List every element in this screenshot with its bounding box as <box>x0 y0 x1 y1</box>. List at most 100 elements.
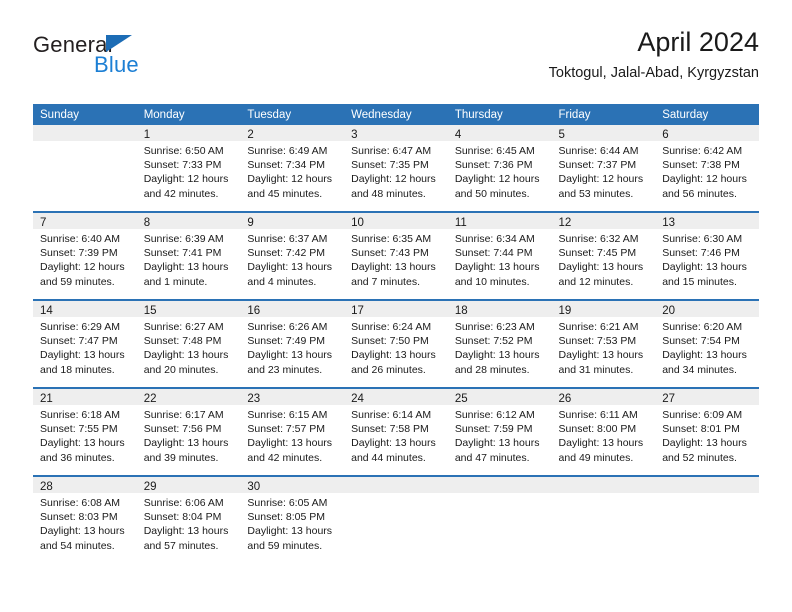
weekday-header-monday: Monday <box>136 104 241 125</box>
calendar-day-cell[interactable]: 22 Sunrise: 6:17 AM Sunset: 7:56 PM Dayligh… <box>136 387 241 476</box>
daylight-text-line2: and 56 minutes. <box>662 187 737 200</box>
calendar-day-cell[interactable]: 17 Sunrise: 6:24 AM Sunset: 7:50 PM Dayligh… <box>344 299 448 388</box>
day-number <box>344 477 448 493</box>
day-number: 26 <box>551 389 656 405</box>
daylight-text-line1: Daylight: 13 hours <box>662 437 747 450</box>
daylight-text-line2: and 12 minutes. <box>558 275 634 288</box>
sunset-text: Sunset: 7:45 PM <box>558 247 637 260</box>
sunrise-text: Sunrise: 6:11 AM <box>558 409 638 421</box>
calendar-day-cell[interactable]: 24 Sunrise: 6:14 AM Sunset: 7:58 PM Dayligh… <box>344 387 448 476</box>
day-details: Sunrise: 6:29 AM Sunset: 7:47 PM Daylight:… <box>33 317 137 377</box>
calendar-day-cell[interactable]: 12 Sunrise: 6:32 AM Sunset: 7:45 PM Dayligh… <box>551 211 656 300</box>
page-title: April 2024 <box>637 27 759 57</box>
sunset-text: Sunset: 7:56 PM <box>143 423 222 436</box>
calendar-day-cell[interactable]: 26 Sunrise: 6:11 AM Sunset: 8:00 PM Dayligh… <box>551 387 656 476</box>
day-number: 24 <box>344 389 448 405</box>
day-details: Sunrise: 6:30 AM Sunset: 7:46 PM Daylight:… <box>655 229 759 289</box>
calendar-day-cell[interactable]: 25 Sunrise: 6:12 AM Sunset: 7:59 PM Dayligh… <box>447 387 552 476</box>
calendar-day-cell-empty <box>551 475 656 563</box>
sunrise-text: Sunrise: 6:45 AM <box>454 145 535 157</box>
sunset-text: Sunset: 7:48 PM <box>143 335 222 348</box>
logo-text-blue: Blue <box>94 52 139 77</box>
daylight-text-line1: Daylight: 13 hours <box>143 261 229 274</box>
sunset-text: Sunset: 8:03 PM <box>40 511 118 524</box>
day-number: 2 <box>240 125 345 141</box>
day-details: Sunrise: 6:12 AM Sunset: 7:59 PM Daylight:… <box>448 405 552 465</box>
day-number <box>447 477 552 493</box>
day-number: 12 <box>551 213 656 229</box>
calendar-day-cell[interactable]: 21 Sunrise: 6:18 AM Sunset: 7:55 PM Dayligh… <box>33 387 137 476</box>
sunrise-text: Sunrise: 6:34 AM <box>454 233 535 245</box>
day-number: 29 <box>136 477 241 493</box>
sunset-text: Sunset: 7:52 PM <box>454 335 533 348</box>
sunrise-text: Sunrise: 6:05 AM <box>247 497 328 509</box>
daylight-text-line1: Daylight: 13 hours <box>662 261 747 274</box>
calendar-day-cell[interactable]: 13 Sunrise: 6:30 AM Sunset: 7:46 PM Dayligh… <box>655 211 759 300</box>
daylight-text-line1: Daylight: 12 hours <box>247 173 333 186</box>
calendar-day-cell[interactable]: 6 Sunrise: 6:42 AM Sunset: 7:38 PM Daylight… <box>655 125 759 212</box>
calendar-day-cell[interactable]: 5 Sunrise: 6:44 AM Sunset: 7:37 PM Daylight… <box>551 125 656 212</box>
calendar-day-cell[interactable]: 4 Sunrise: 6:45 AM Sunset: 7:36 PM Daylight… <box>447 125 552 212</box>
daylight-text-line2: and 39 minutes. <box>143 451 219 464</box>
calendar-day-cell[interactable]: 9 Sunrise: 6:37 AM Sunset: 7:42 PM Daylight… <box>240 211 345 300</box>
calendar-day-cell[interactable]: 29 Sunrise: 6:06 AM Sunset: 8:04 PM Dayligh… <box>136 475 241 563</box>
calendar-day-cell[interactable]: 27 Sunrise: 6:09 AM Sunset: 8:01 PM Dayligh… <box>655 387 759 476</box>
calendar-day-cell[interactable]: 3 Sunrise: 6:47 AM Sunset: 7:35 PM Daylight… <box>344 125 448 212</box>
daylight-text-line2: and 42 minutes. <box>247 451 323 464</box>
calendar-day-cell-empty <box>447 475 552 563</box>
calendar-day-cell[interactable]: 11 Sunrise: 6:34 AM Sunset: 7:44 PM Dayligh… <box>447 211 552 300</box>
calendar-day-cell[interactable]: 15 Sunrise: 6:27 AM Sunset: 7:48 PM Dayligh… <box>136 299 241 388</box>
calendar-day-cell[interactable]: 19 Sunrise: 6:21 AM Sunset: 7:53 PM Dayligh… <box>551 299 656 388</box>
calendar-week-row: 14 Sunrise: 6:29 AM Sunset: 7:47 PM Dayligh… <box>33 299 759 388</box>
daylight-text-line1: Daylight: 12 hours <box>454 173 540 186</box>
calendar-day-cell[interactable]: 1 Sunrise: 6:50 AM Sunset: 7:33 PM Daylight… <box>136 125 241 212</box>
day-number: 17 <box>344 301 448 317</box>
sunrise-text: Sunrise: 6:24 AM <box>351 321 432 333</box>
sunset-text: Sunset: 7:35 PM <box>351 159 429 172</box>
page-header: General Blue April 2024 Toktogul, Jalal-… <box>33 26 759 98</box>
daylight-text-line2: and 45 minutes. <box>247 187 323 200</box>
sunrise-text: Sunrise: 6:27 AM <box>143 321 224 333</box>
day-details: Sunrise: 6:08 AM Sunset: 8:03 PM Daylight:… <box>33 493 137 553</box>
calendar-day-cell[interactable]: 8 Sunrise: 6:39 AM Sunset: 7:41 PM Daylight… <box>136 211 241 300</box>
day-details: Sunrise: 6:18 AM Sunset: 7:55 PM Daylight:… <box>33 405 137 465</box>
calendar-grid: Sunday Monday Tuesday Wednesday Thursday… <box>33 104 759 563</box>
day-details: Sunrise: 6:11 AM Sunset: 8:00 PM Daylight:… <box>552 405 656 465</box>
daylight-text-line1: Daylight: 13 hours <box>247 525 333 538</box>
calendar-day-cell[interactable]: 10 Sunrise: 6:35 AM Sunset: 7:43 PM Dayligh… <box>344 211 448 300</box>
calendar-day-cell[interactable]: 30 Sunrise: 6:05 AM Sunset: 8:05 PM Dayligh… <box>240 475 345 563</box>
daylight-text-line1: Daylight: 13 hours <box>351 437 436 450</box>
calendar-day-cell[interactable]: 18 Sunrise: 6:23 AM Sunset: 7:52 PM Dayligh… <box>447 299 552 388</box>
day-details: Sunrise: 6:15 AM Sunset: 7:57 PM Daylight:… <box>240 405 344 465</box>
calendar-day-cell[interactable]: 23 Sunrise: 6:15 AM Sunset: 7:57 PM Dayligh… <box>240 387 345 476</box>
calendar-day-cell[interactable]: 16 Sunrise: 6:26 AM Sunset: 7:49 PM Dayligh… <box>240 299 345 388</box>
sunset-text: Sunset: 7:34 PM <box>247 159 326 172</box>
calendar-week-row: 28 Sunrise: 6:08 AM Sunset: 8:03 PM Dayligh… <box>33 475 759 563</box>
day-details: Sunrise: 6:24 AM Sunset: 7:50 PM Daylight:… <box>344 317 448 377</box>
sunrise-text: Sunrise: 6:39 AM <box>143 233 224 245</box>
day-details: Sunrise: 6:27 AM Sunset: 7:48 PM Daylight:… <box>137 317 241 377</box>
sunset-text: Sunset: 8:05 PM <box>247 511 326 524</box>
sunrise-text: Sunrise: 6:29 AM <box>40 321 120 333</box>
day-number <box>33 125 137 141</box>
calendar-day-cell[interactable]: 20 Sunrise: 6:20 AM Sunset: 7:54 PM Dayligh… <box>655 299 759 388</box>
calendar-day-cell[interactable]: 2 Sunrise: 6:49 AM Sunset: 7:34 PM Daylight… <box>240 125 345 212</box>
daylight-text-line2: and 18 minutes. <box>40 363 115 376</box>
calendar-day-cell[interactable]: 14 Sunrise: 6:29 AM Sunset: 7:47 PM Dayligh… <box>33 299 137 388</box>
daylight-text-line2: and 1 minute. <box>143 275 208 288</box>
sunset-text: Sunset: 7:38 PM <box>662 159 740 172</box>
sunset-text: Sunset: 7:47 PM <box>40 335 118 348</box>
page-subtitle: Toktogul, Jalal-Abad, Kyrgyzstan <box>548 65 759 81</box>
daylight-text-line2: and 36 minutes. <box>40 451 115 464</box>
day-number: 14 <box>33 301 137 317</box>
sunset-text: Sunset: 7:57 PM <box>247 423 326 436</box>
daylight-text-line1: Daylight: 12 hours <box>558 173 644 186</box>
daylight-text-line2: and 48 minutes. <box>351 187 426 200</box>
sunset-text: Sunset: 7:42 PM <box>247 247 326 260</box>
day-number: 3 <box>344 125 448 141</box>
calendar-day-cell[interactable]: 28 Sunrise: 6:08 AM Sunset: 8:03 PM Dayligh… <box>33 475 137 563</box>
day-details: Sunrise: 6:06 AM Sunset: 8:04 PM Daylight:… <box>137 493 241 553</box>
calendar-day-cell[interactable]: 7 Sunrise: 6:40 AM Sunset: 7:39 PM Daylight… <box>33 211 137 300</box>
daylight-text-line2: and 31 minutes. <box>558 363 634 376</box>
daylight-text-line2: and 50 minutes. <box>454 187 530 200</box>
